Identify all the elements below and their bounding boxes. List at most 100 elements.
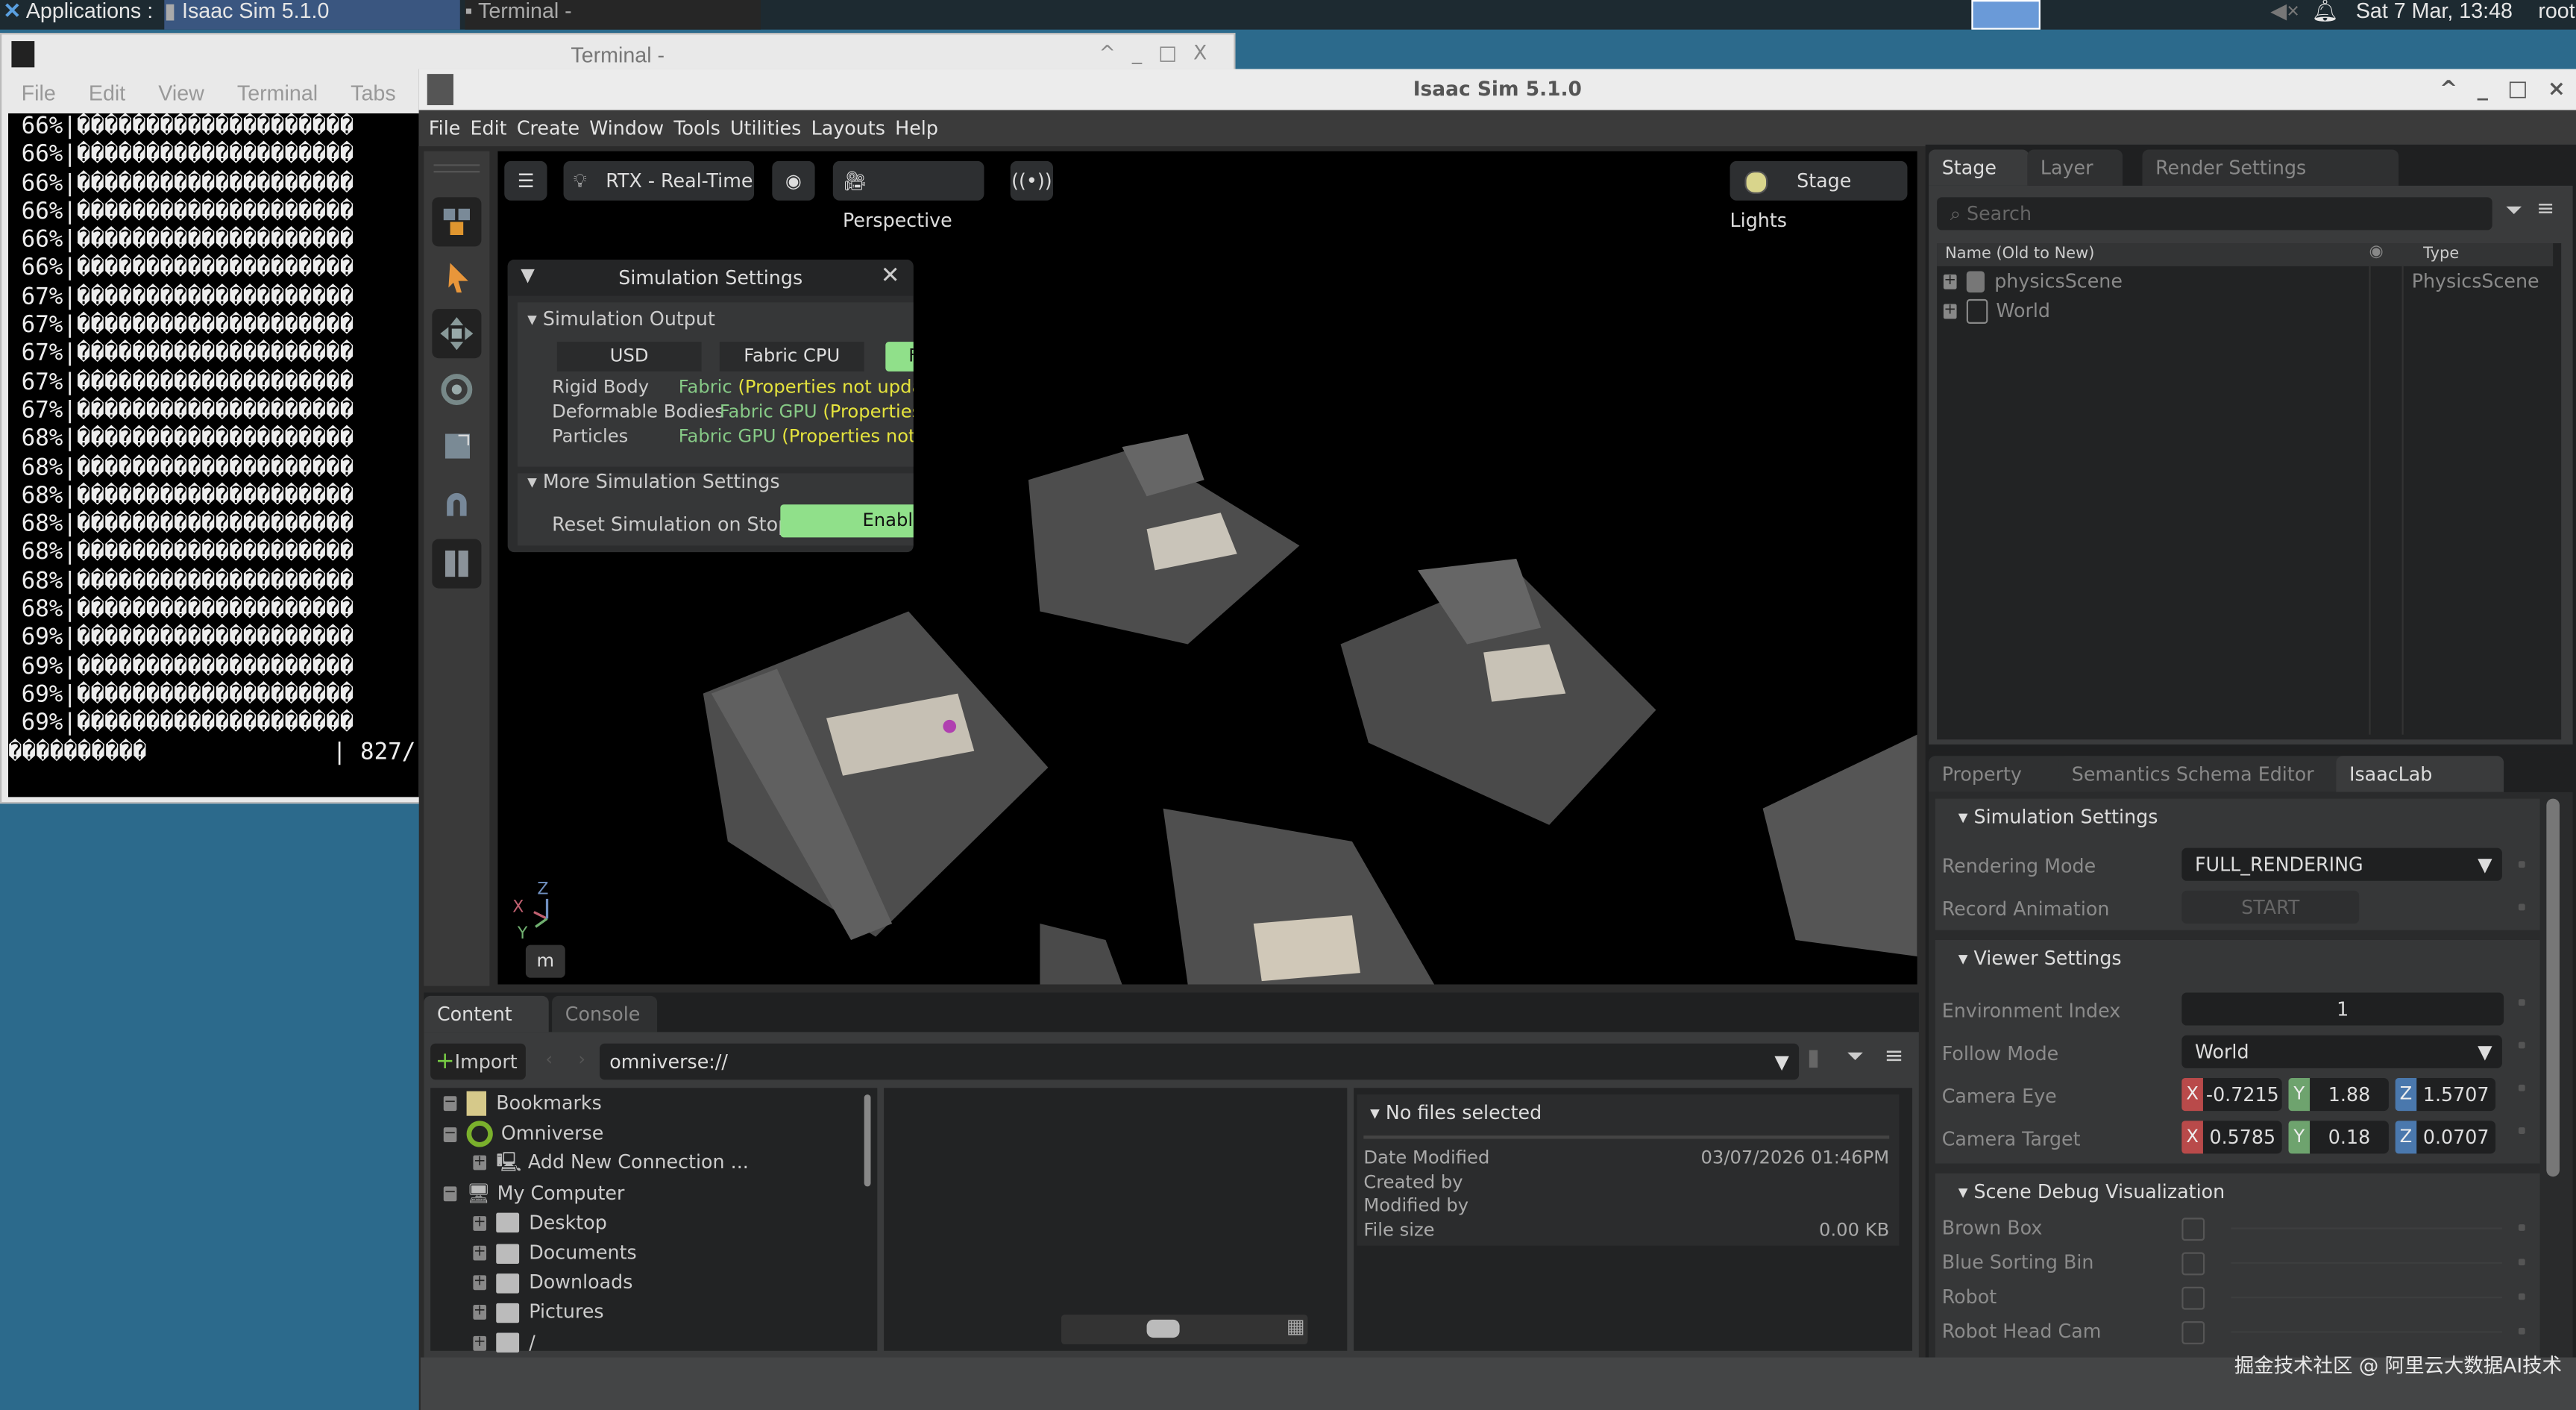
reset-dot[interactable] [2518, 1327, 2525, 1335]
menu-layouts[interactable]: Layouts [811, 116, 885, 140]
move-icon[interactable] [432, 309, 482, 359]
more-settings-header[interactable]: ▾ More Simulation Settings [527, 470, 780, 493]
viewport-settings-icon[interactable]: ☰ [504, 160, 547, 201]
output-fabric-gpu-button[interactable]: Fabric GPU [885, 342, 914, 372]
expand-icon[interactable]: + [473, 1245, 487, 1261]
tab-stage[interactable]: Stage [1929, 149, 2029, 186]
column-name[interactable]: Name (Old to New) [1945, 245, 2094, 263]
expand-icon[interactable]: + [1943, 274, 1957, 289]
debug-item-checkbox[interactable] [2181, 1286, 2205, 1310]
volume-muted-icon[interactable]: ◀× [2270, 0, 2299, 30]
menu-window[interactable]: Window [589, 116, 664, 140]
reset-dot[interactable] [2518, 903, 2525, 911]
slider-handle[interactable] [1146, 1319, 1180, 1338]
viewer-settings-header[interactable]: ▾ Viewer Settings [1958, 947, 2122, 970]
stage-item-physicsscene[interactable]: + physicsScene [1943, 269, 2123, 293]
tree-item[interactable]: + Documents [473, 1241, 637, 1264]
tab-layer[interactable]: Layer [2027, 149, 2123, 186]
rotate-icon[interactable] [432, 365, 481, 414]
stage-lights-button[interactable]: Stage Lights [1730, 160, 1908, 232]
reset-dot[interactable] [2518, 1084, 2525, 1091]
expand-icon[interactable]: + [1943, 303, 1957, 319]
target-y-input[interactable]: 0.18 [2310, 1121, 2389, 1154]
reset-dot[interactable] [2518, 999, 2525, 1006]
reset-dot[interactable] [2518, 1293, 2525, 1300]
reset-dot[interactable] [2518, 1224, 2525, 1231]
visibility-eye-icon[interactable]: ◉ [2369, 243, 2383, 261]
output-usd-button[interactable]: USD [556, 342, 702, 372]
tree-item[interactable]: − Bookmarks [443, 1091, 602, 1116]
details-header[interactable]: ▾ No files selected [1370, 1101, 1542, 1124]
menu-terminal[interactable]: Terminal [237, 81, 318, 105]
pause-icon[interactable] [432, 539, 482, 589]
toolbar-grip[interactable] [433, 164, 480, 173]
tree-scrollbar[interactable] [864, 1094, 871, 1187]
tree-item[interactable]: + / [473, 1330, 535, 1353]
menu-edit[interactable]: Edit [471, 116, 507, 140]
scene-debug-header[interactable]: ▾ Scene Debug Visualization [1958, 1180, 2225, 1203]
tree-item[interactable]: + Downloads [473, 1270, 632, 1294]
task-terminal[interactable]: ▪ Terminal - [465, 0, 761, 30]
sim-settings-header[interactable]: ▾ Simulation Settings [1958, 805, 2158, 828]
target-z-input[interactable]: 0.0707 [2416, 1121, 2496, 1154]
tree-item[interactable]: + Pictures [473, 1300, 604, 1323]
simulation-output-header[interactable]: ▾ Simulation Output [527, 307, 715, 330]
tab-console[interactable]: Console [552, 995, 658, 1033]
eye-y-input[interactable]: 1.88 [2310, 1078, 2389, 1112]
clock[interactable]: Sat 7 Mar, 13:48 [2356, 0, 2513, 30]
select-arrow-icon[interactable] [432, 253, 481, 302]
tab-content[interactable]: Content [424, 995, 549, 1033]
renderer-button[interactable]: 💡︎ RTX - Real-Time [563, 160, 755, 201]
follow-mode-dropdown[interactable]: World ▼ [2181, 1035, 2502, 1068]
close-icon[interactable]: ✕ [881, 263, 900, 289]
camera-button[interactable]: 🎥︎ Perspective [832, 160, 984, 232]
menu-view[interactable]: View [158, 81, 204, 105]
filter-icon[interactable]: ⏷ [2505, 199, 2522, 224]
rendering-mode-dropdown[interactable]: FULL_RENDERING ▼ [2181, 847, 2502, 881]
stage-item-world[interactable]: + World [1943, 298, 2050, 324]
menu-tools[interactable]: Tools [673, 116, 720, 140]
unit-button[interactable]: m [525, 944, 565, 978]
menu-help[interactable]: Help [895, 116, 938, 140]
eye-x-input[interactable]: -0.7215 [2202, 1078, 2282, 1112]
expand-icon[interactable]: + [473, 1215, 487, 1231]
debug-item-checkbox[interactable] [2181, 1321, 2205, 1344]
snap-magnet-icon[interactable] [432, 480, 481, 529]
tab-render-settings[interactable]: Render Settings [2142, 149, 2399, 186]
target-x-input[interactable]: 0.5785 [2202, 1121, 2282, 1154]
user-menu[interactable]: root [2538, 0, 2575, 30]
visibility-eye-icon[interactable]: ◉ [772, 160, 815, 201]
grid-view-icon[interactable]: ▦ [1287, 1315, 1305, 1338]
menu-tabs[interactable]: Tabs [351, 81, 396, 105]
reset-dot[interactable] [2518, 1259, 2525, 1266]
menu-file[interactable]: File [429, 116, 460, 140]
forward-icon[interactable]: › [578, 1048, 585, 1070]
notification-bell-icon[interactable]: 🔔︎ [2311, 0, 2338, 30]
import-button[interactable]: +Import [430, 1043, 526, 1080]
options-menu-icon[interactable]: ≡ [1885, 1044, 1904, 1070]
task-isaac-sim[interactable]: ▮ Isaac Sim 5.1.0 [164, 0, 460, 30]
expand-icon[interactable]: + [473, 1305, 487, 1320]
broadcast-icon[interactable]: ((•)) [1010, 160, 1054, 201]
output-fabric-cpu-button[interactable]: Fabric CPU [719, 342, 864, 372]
reset-dot[interactable] [2518, 1041, 2525, 1049]
window-controls[interactable]: ^_□× [2440, 69, 2576, 110]
menu-file[interactable]: File [22, 81, 56, 105]
workspace-switcher[interactable] [1971, 0, 2041, 30]
options-menu-icon[interactable]: ≡ [2536, 197, 2554, 222]
terminal-output[interactable]: 66%|�������������������� 66%|������������… [8, 113, 419, 798]
menu-edit[interactable]: Edit [89, 81, 125, 105]
scale-icon[interactable] [432, 421, 481, 470]
path-input[interactable]: omniverse:// ▼ [600, 1043, 1800, 1080]
eye-z-input[interactable]: 1.5707 [2416, 1078, 2496, 1112]
collapse-icon[interactable]: − [443, 1126, 457, 1142]
reset-on-stop-toggle[interactable]: Enabled [780, 504, 914, 538]
reset-dot[interactable] [2518, 861, 2525, 868]
tree-item[interactable]: − Omniverse [443, 1121, 603, 1147]
collapse-icon[interactable]: − [443, 1185, 457, 1201]
reset-dot[interactable] [2518, 1127, 2525, 1134]
tree-item[interactable]: + Desktop [473, 1211, 607, 1234]
tree-item[interactable]: − 🖥︎ My Computer [443, 1181, 624, 1204]
stage-search-input[interactable]: ⌕ Search [1937, 197, 2492, 231]
tab-isaaclab[interactable]: IsaacLab [2336, 756, 2504, 792]
